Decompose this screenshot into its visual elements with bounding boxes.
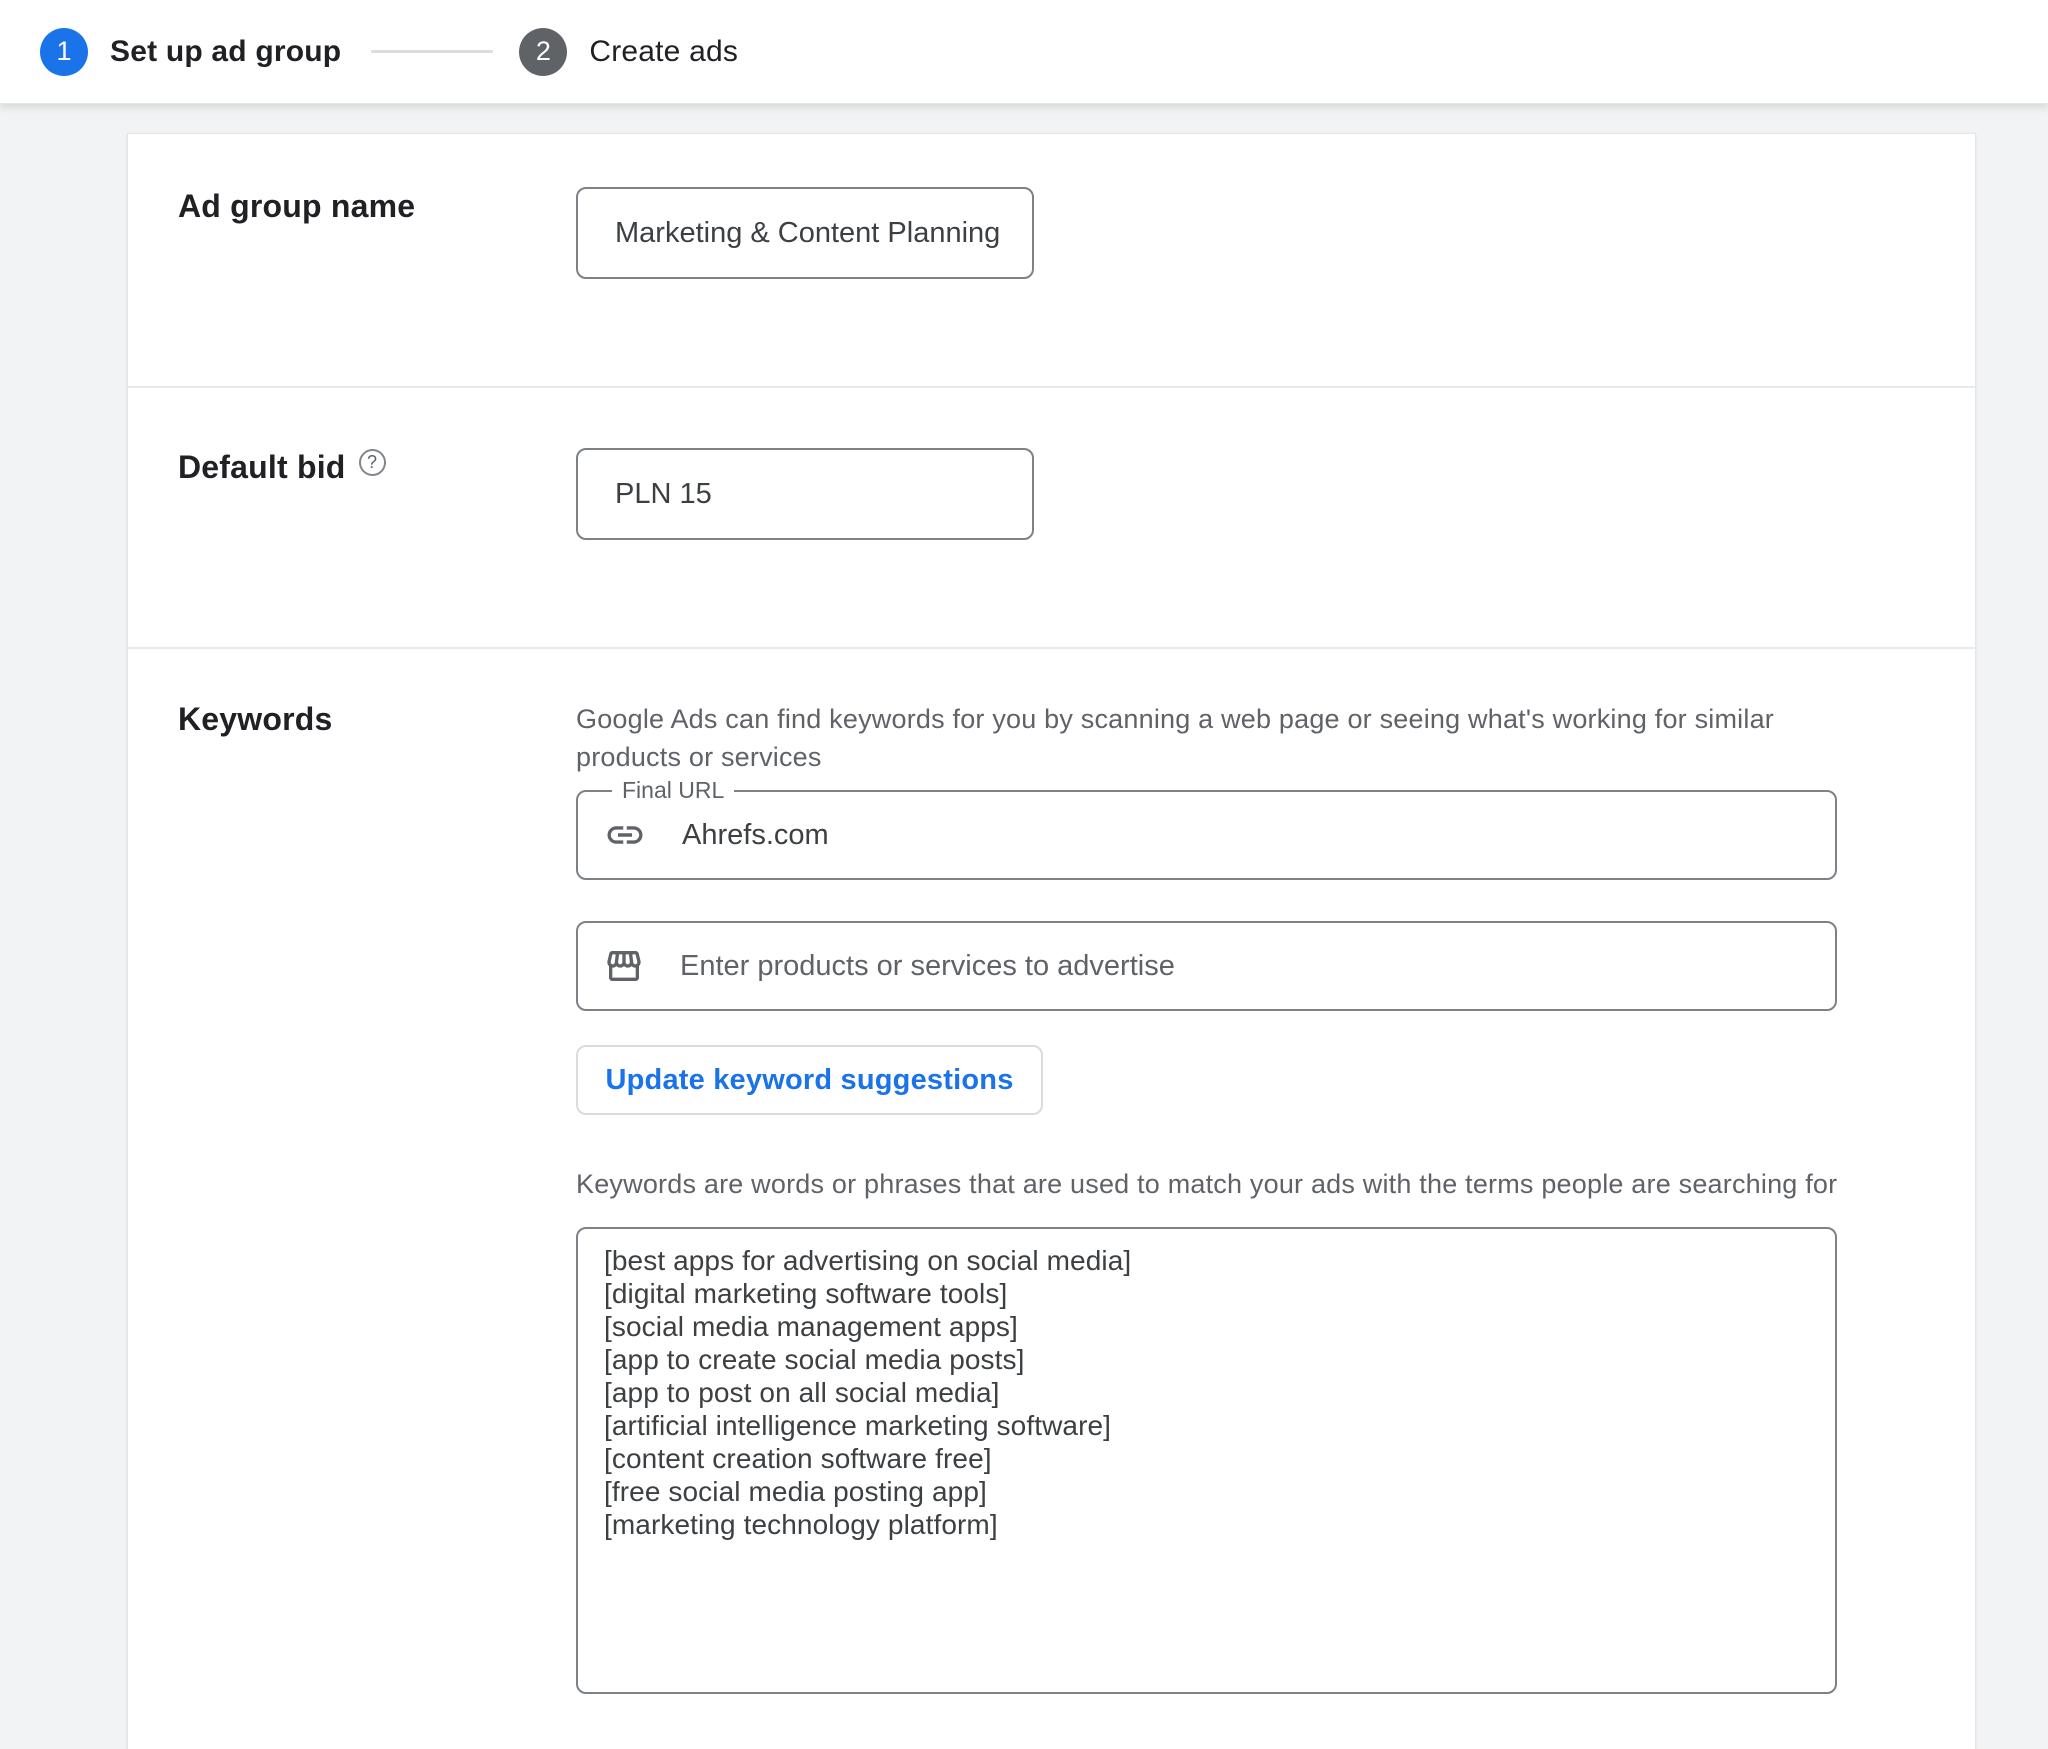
- stepper-bar: 1 Set up ad group 2 Create ads: [0, 0, 2048, 104]
- step-1-number: 1: [56, 36, 71, 67]
- ad-group-name-input[interactable]: [576, 187, 1034, 279]
- keywords-match-hint-text: Keywords are words or phrases that are u…: [576, 1165, 1856, 1203]
- ad-group-name-label: Ad group name: [178, 187, 415, 225]
- step-connector-line: [371, 50, 493, 53]
- step-create-ads[interactable]: 2 Create ads: [519, 28, 738, 76]
- ad-group-name-section: Ad group name: [128, 134, 1975, 388]
- step-2-number: 2: [536, 36, 551, 67]
- step-1-circle: 1: [40, 28, 88, 76]
- keywords-textarea[interactable]: [best apps for advertising on social med…: [576, 1227, 1837, 1694]
- help-icon[interactable]: ?: [359, 449, 386, 476]
- final-url-field[interactable]: Final URL: [576, 790, 1837, 880]
- keywords-section: Keywords Google Ads can find keywords fo…: [128, 649, 1975, 1699]
- products-services-input[interactable]: [680, 936, 1835, 996]
- step-1-label: Set up ad group: [110, 35, 341, 69]
- final-url-floating-label: Final URL: [612, 777, 734, 804]
- final-url-input[interactable]: [682, 805, 1835, 865]
- help-icon-glyph: ?: [367, 452, 377, 473]
- keywords-label: Keywords: [178, 700, 333, 738]
- step-2-circle: 2: [519, 28, 567, 76]
- storefront-icon: [604, 946, 644, 986]
- update-keyword-suggestions-button[interactable]: Update keyword suggestions: [576, 1045, 1043, 1115]
- ad-group-setup-page: 1 Set up ad group 2 Create ads Ad group …: [0, 0, 2048, 1749]
- step-2-label: Create ads: [589, 35, 738, 69]
- default-bid-input[interactable]: [576, 448, 1034, 540]
- products-services-field[interactable]: [576, 921, 1837, 1011]
- default-bid-section: Default bid ?: [128, 388, 1975, 649]
- ad-group-form-card: Ad group name Default bid ? Keywords: [127, 133, 1976, 1749]
- default-bid-label: Default bid: [178, 448, 346, 486]
- keywords-intro-text: Google Ads can find keywords for you by …: [576, 700, 1856, 776]
- link-icon: [604, 814, 646, 856]
- step-setup-ad-group[interactable]: 1 Set up ad group: [40, 28, 341, 76]
